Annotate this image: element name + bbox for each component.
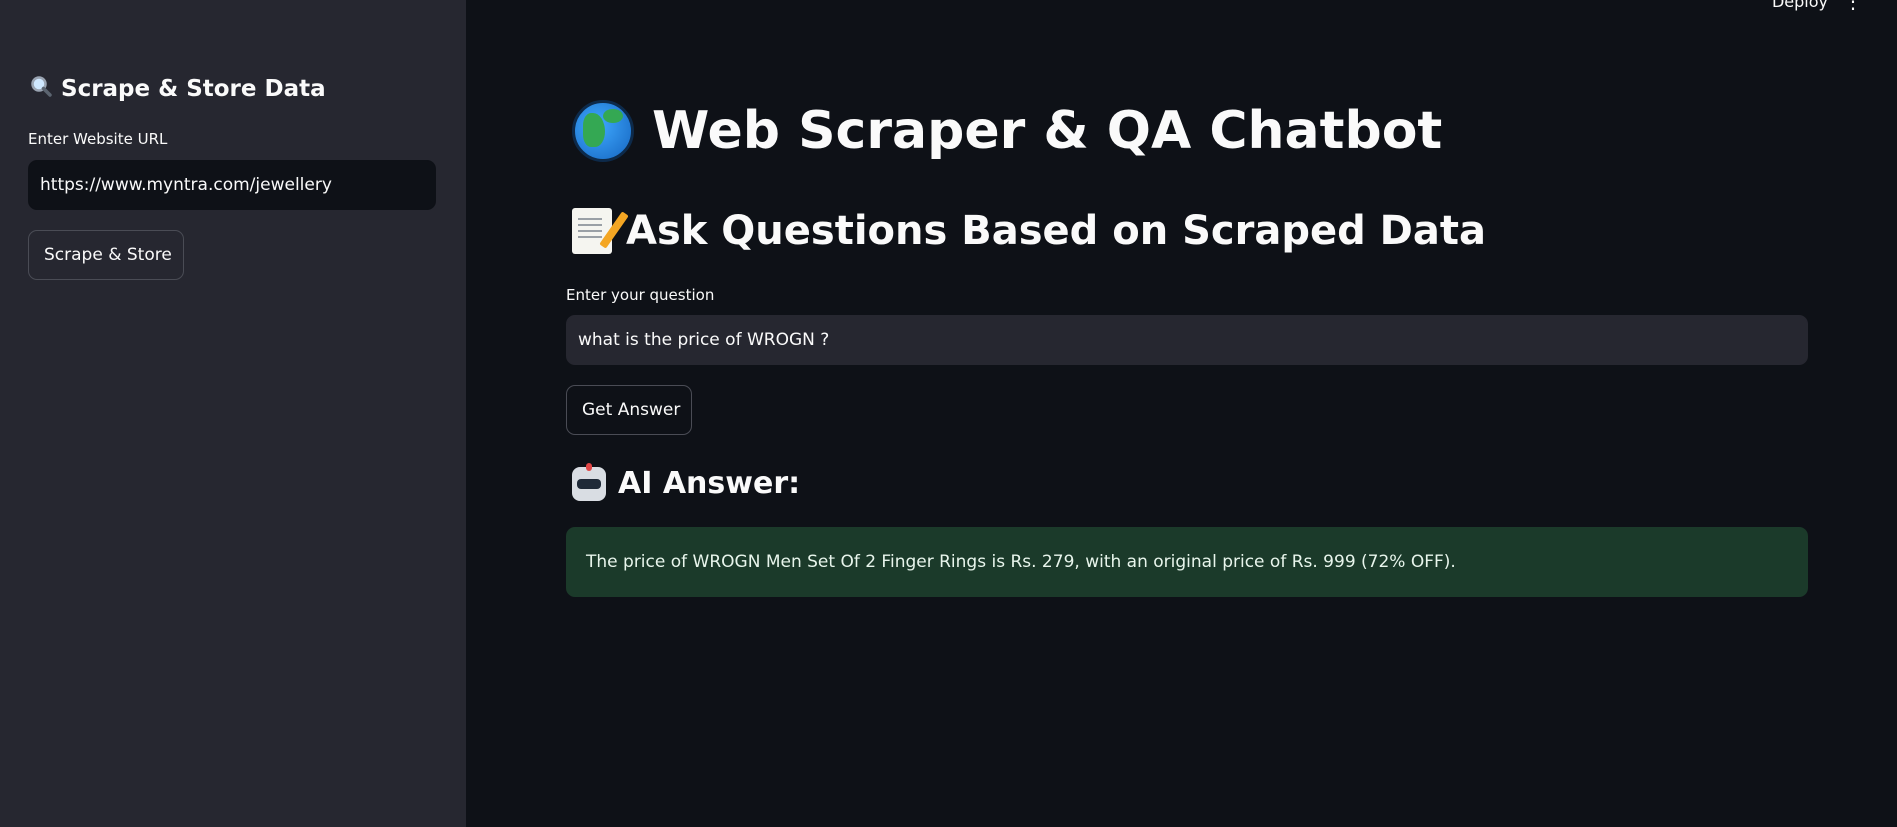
question-field-label: Enter your question: [566, 286, 715, 304]
answer-success-box: The price of WROGN Men Set Of 2 Finger R…: [566, 527, 1808, 597]
section-title: Ask Questions Based on Scraped Data: [572, 208, 1486, 254]
magnifier-icon: [29, 74, 53, 104]
sidebar-title-text: Scrape & Store Data: [61, 76, 326, 102]
website-url-input[interactable]: [28, 160, 436, 210]
answer-text: The price of WROGN Men Set Of 2 Finger R…: [586, 552, 1456, 572]
page-title: Web Scraper & QA Chatbot: [572, 100, 1442, 162]
sidebar-title: Scrape & Store Data: [29, 74, 326, 104]
ai-answer-heading: AI Answer:: [572, 462, 801, 501]
globe-icon: [572, 100, 634, 162]
deploy-button[interactable]: Deploy: [1772, 0, 1828, 11]
scrape-and-store-button[interactable]: Scrape & Store: [28, 230, 184, 280]
ai-answer-heading-text: AI Answer:: [618, 466, 801, 501]
kebab-menu-icon[interactable]: ⋮: [1843, 0, 1863, 11]
section-title-text: Ask Questions Based on Scraped Data: [626, 208, 1486, 254]
app-window: Scrape & Store Data Enter Website URL Sc…: [0, 0, 1897, 827]
url-field-label: Enter Website URL: [28, 130, 168, 148]
question-input[interactable]: [566, 315, 1808, 365]
memo-icon: [572, 208, 612, 254]
sidebar: Scrape & Store Data Enter Website URL Sc…: [0, 0, 466, 827]
get-answer-button[interactable]: Get Answer: [566, 385, 692, 435]
page-title-text: Web Scraper & QA Chatbot: [652, 101, 1443, 161]
robot-icon: [572, 462, 606, 501]
